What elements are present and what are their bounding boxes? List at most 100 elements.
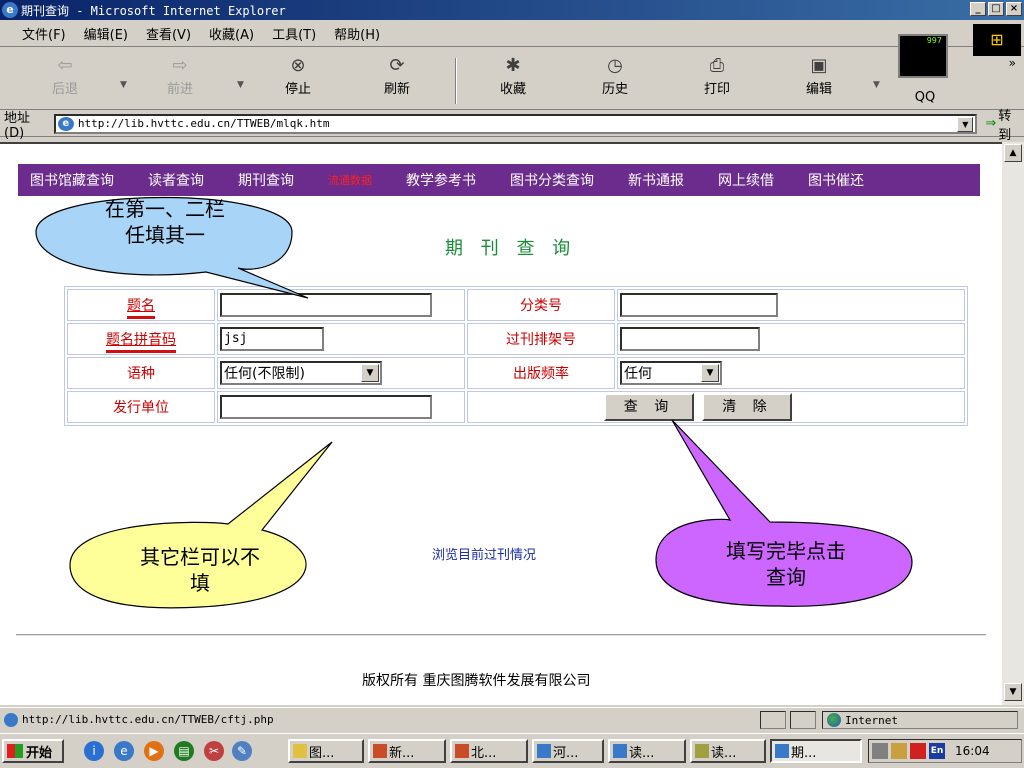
page-loading-icon [4,712,18,727]
edit-button[interactable]: ▣ 编辑 [784,54,854,97]
task-button-active[interactable]: 期... [770,739,862,763]
quicklaunch-ie-icon[interactable]: e [114,741,134,761]
nav-collection-search[interactable]: 图书馆藏查询 [30,170,114,190]
maximize-button[interactable]: □ [988,2,1004,16]
history-label: 历史 [601,82,628,97]
status-pane [760,711,786,729]
security-zone: Internet [822,711,1018,729]
task-button[interactable]: 读... [690,739,766,763]
nav-journal-search[interactable]: 期刊查询 [238,170,294,190]
back-arrow-icon: ⇦ [57,55,73,76]
go-button[interactable]: ⇒ 转到 [985,105,1024,143]
menu-view[interactable]: 查看(V) [146,24,191,43]
task-button[interactable]: 河... [532,739,604,763]
shelf-number-input[interactable] [620,327,760,351]
chevron-down-icon[interactable]: ▼ [361,364,379,382]
ie-icon [613,744,627,758]
back-button[interactable]: ⇦ 后退 [30,54,100,97]
callout-top-left-text: 在第一、二栏 任填其一 [60,196,270,248]
volume-icon[interactable] [891,743,907,759]
address-dropdown-icon[interactable]: ▼ [957,116,974,132]
language-select[interactable]: 任何(不限制) ▼ [220,361,382,385]
security-icon[interactable] [910,743,926,759]
form-row: 题名拼音码 jsj 过刊排架号 [67,323,965,355]
language-label: 语种 [127,366,155,382]
close-button[interactable]: × [1006,2,1022,16]
scroll-down-icon[interactable]: ▼ [1004,683,1022,701]
stop-icon: ⊗ [290,55,306,76]
qq-button[interactable]: QQ [890,90,960,105]
stop-button[interactable]: ⊗ 停止 [263,54,333,97]
app-icon [455,744,469,758]
shelf-label: 过刊排架号 [506,332,576,348]
task-button[interactable]: 图... [288,739,364,763]
edit-dropdown-icon[interactable]: ▼ [873,80,880,90]
quicklaunch-edit-icon[interactable]: ✎ [232,741,252,761]
clear-button[interactable]: 清 除 [702,393,793,421]
frequency-label: 出版频率 [513,366,569,382]
menu-edit[interactable]: 编辑(E) [84,24,128,43]
nav-category-search[interactable]: 图书分类查询 [510,170,594,190]
toolbar: ⇦ 后退 ▼ ⇨ 前进 ▼ ⊗ 停止 ⟳ 刷新 ✱ 收藏 ◷ 历史 ⎙ 打印 ▣… [0,48,1024,110]
class-input-cell [617,289,965,321]
qq-label: QQ [914,90,936,105]
app-icon [695,744,709,758]
quicklaunch-desktop-icon[interactable]: ▤ [174,741,194,761]
nav-overdue[interactable]: 图书催还 [808,170,864,190]
minimize-button[interactable]: _ [970,2,986,16]
frequency-select[interactable]: 任何 ▼ [620,361,722,385]
nav-online-renew[interactable]: 网上续借 [718,170,774,190]
callout-bottom-left-text: 其它栏可以不 填 [90,544,310,596]
menu-help[interactable]: 帮助(H) [334,24,380,43]
pinyin-input-cell: jsj [217,323,465,355]
browse-past-journals-link[interactable]: 浏览目前过刊情况 [432,544,536,563]
freq-select-cell: 任何 ▼ [617,357,965,389]
back-dropdown-icon[interactable]: ▼ [120,80,127,90]
ie-icon [537,744,551,758]
buttons-cell: 查 询 清 除 [467,391,965,423]
start-button[interactable]: 开始 [2,739,64,763]
menu-file[interactable]: 文件(F) [22,24,66,43]
task-label: 北... [471,745,497,761]
quicklaunch-info-icon[interactable]: i [84,741,104,761]
nav-reference-books[interactable]: 教学参考书 [406,170,476,190]
quicklaunch-tool-icon[interactable]: ✂ [204,741,224,761]
pinyin-input[interactable]: jsj [220,327,324,351]
history-button[interactable]: ◷ 历史 [580,54,650,97]
task-button[interactable]: 读... [608,739,686,763]
nav-reader-search[interactable]: 读者查询 [148,170,204,190]
query-button[interactable]: 查 询 [604,393,694,421]
menu-tools[interactable]: 工具(T) [272,24,316,43]
title-label-cell: 题名 [67,289,215,321]
chevron-down-icon[interactable]: ▼ [701,364,719,382]
scroll-up-icon[interactable]: ▲ [1004,144,1022,162]
callout-line: 在第一、二栏 [105,197,225,221]
favorites-button[interactable]: ✱ 收藏 [478,54,548,97]
address-input[interactable]: e http://lib.hvttc.edu.cn/TTWEB/mlqk.htm… [53,113,978,134]
shelf-input-cell [617,323,965,355]
network-icon[interactable] [872,743,888,759]
class-number-input[interactable] [620,293,778,317]
task-button[interactable]: 新... [368,739,446,763]
freq-label-cell: 出版频率 [467,357,615,389]
refresh-button[interactable]: ⟳ 刷新 [362,54,432,97]
forward-button[interactable]: ⇨ 前进 [145,54,215,97]
title-input[interactable] [220,293,432,317]
menu-favorites[interactable]: 收藏(A) [209,24,254,43]
title-label: 题名 [127,298,155,319]
vertical-scrollbar[interactable]: ▲ ▼ [1002,142,1024,705]
nav-new-books[interactable]: 新书通报 [628,170,684,190]
ie-icon [775,744,789,758]
shelf-label-cell: 过刊排架号 [467,323,615,355]
app-icon [373,744,387,758]
print-button[interactable]: ⎙ 打印 [682,54,752,97]
language-indicator[interactable]: En [929,743,945,759]
publisher-input[interactable] [220,395,432,419]
system-tray: En 16:04 [868,739,1022,763]
site-nav: 图书馆藏查询 读者查询 期刊查询 流通数据 教学参考书 图书分类查询 新书通报 … [18,164,980,196]
forward-dropdown-icon[interactable]: ▼ [237,80,244,90]
task-button[interactable]: 北... [450,739,528,763]
toolbar-more-icon[interactable]: » [1009,56,1016,70]
quicklaunch-media-icon[interactable]: ▶ [144,741,164,761]
nav-circulation[interactable]: 流通数据 [328,172,372,188]
